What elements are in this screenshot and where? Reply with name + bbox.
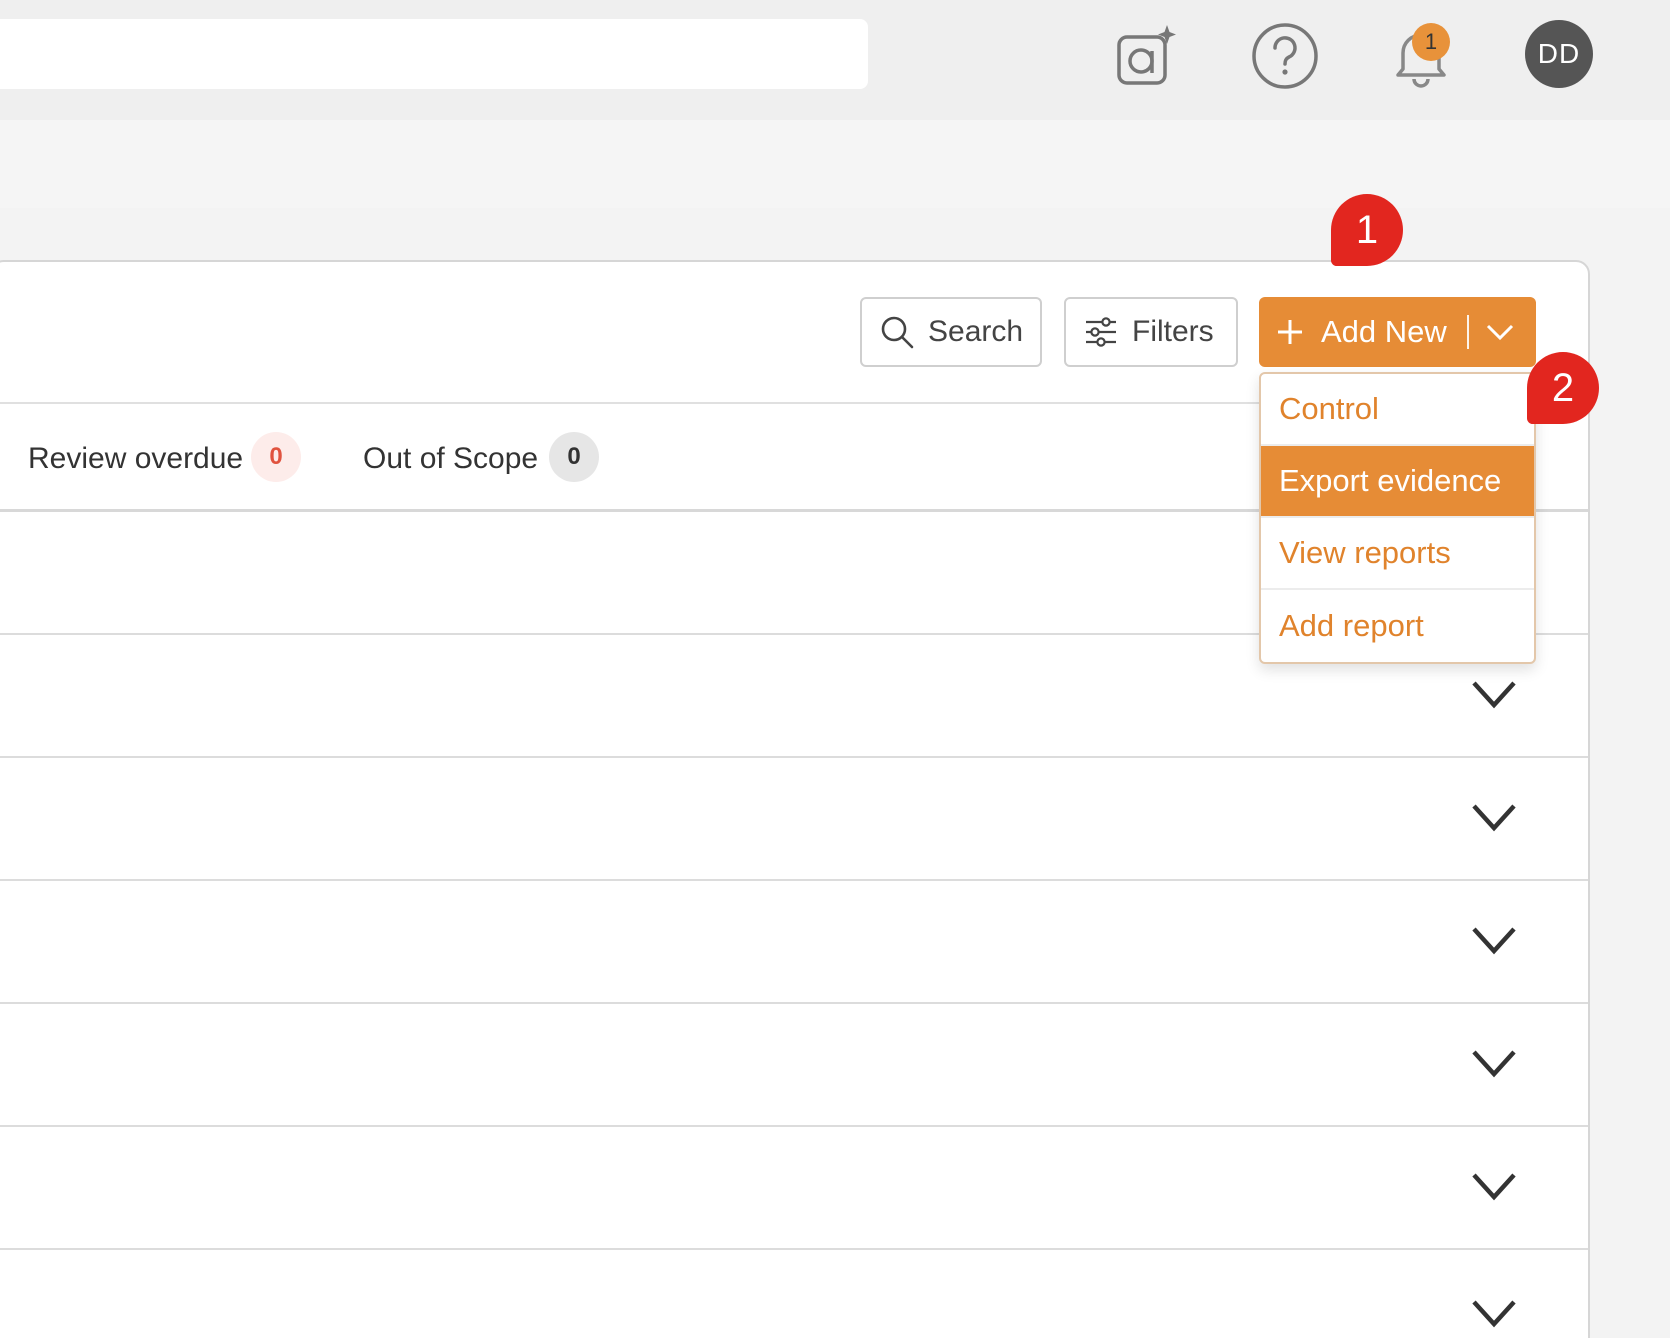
sub-header-bar — [0, 120, 1670, 208]
out-of-scope-count-badge: 0 — [549, 432, 599, 482]
user-avatar[interactable]: DD — [1525, 20, 1593, 88]
table-row[interactable] — [0, 1250, 1588, 1338]
step-marker-2: 2 — [1527, 352, 1599, 424]
chevron-down-icon[interactable] — [1470, 1171, 1518, 1201]
table-row[interactable] — [0, 1004, 1588, 1127]
ai-assistant-icon[interactable] — [1110, 20, 1182, 92]
menu-item-view-reports[interactable]: View reports — [1261, 518, 1534, 590]
search-icon — [881, 316, 914, 349]
notification-count-badge: 1 — [1412, 23, 1450, 61]
filters-button-label: Filters — [1132, 315, 1214, 348]
chevron-down-icon[interactable] — [1470, 679, 1518, 709]
global-search-input[interactable] — [0, 19, 868, 89]
add-new-button[interactable]: Add New — [1259, 297, 1536, 367]
add-new-dropdown-menu: Control Export evidence View reports Add… — [1259, 372, 1536, 664]
tab-review-overdue[interactable]: Review overdue — [28, 442, 243, 476]
filters-button[interactable]: Filters — [1064, 297, 1238, 367]
table-row[interactable] — [0, 758, 1588, 881]
help-icon[interactable] — [1249, 20, 1321, 92]
chevron-down-icon[interactable] — [1470, 1298, 1518, 1328]
tab-out-of-scope[interactable]: Out of Scope — [363, 442, 538, 476]
menu-item-export-evidence[interactable]: Export evidence — [1261, 446, 1534, 518]
review-overdue-count-badge: 0 — [251, 432, 301, 482]
table-row[interactable] — [0, 881, 1588, 1004]
table-row[interactable] — [0, 1127, 1588, 1250]
sliders-icon — [1086, 317, 1116, 347]
chevron-down-icon[interactable] — [1470, 1048, 1518, 1078]
top-bar: 1 DD — [0, 0, 1670, 120]
step-marker-1-label: 1 — [1355, 207, 1379, 252]
step-marker-1: 1 — [1331, 194, 1403, 266]
search-button-label: Search — [928, 315, 1024, 348]
plus-icon — [1278, 320, 1302, 344]
chevron-down-icon[interactable] — [1485, 323, 1515, 341]
chevron-down-icon[interactable] — [1470, 925, 1518, 955]
step-marker-2-label: 2 — [1551, 365, 1575, 410]
search-button[interactable]: Search — [860, 297, 1042, 367]
menu-item-control[interactable]: Control — [1261, 374, 1534, 446]
menu-item-add-report[interactable]: Add report — [1261, 590, 1534, 662]
chevron-down-icon[interactable] — [1470, 802, 1518, 832]
add-new-label: Add New — [1321, 314, 1447, 349]
button-divider — [1466, 315, 1469, 349]
